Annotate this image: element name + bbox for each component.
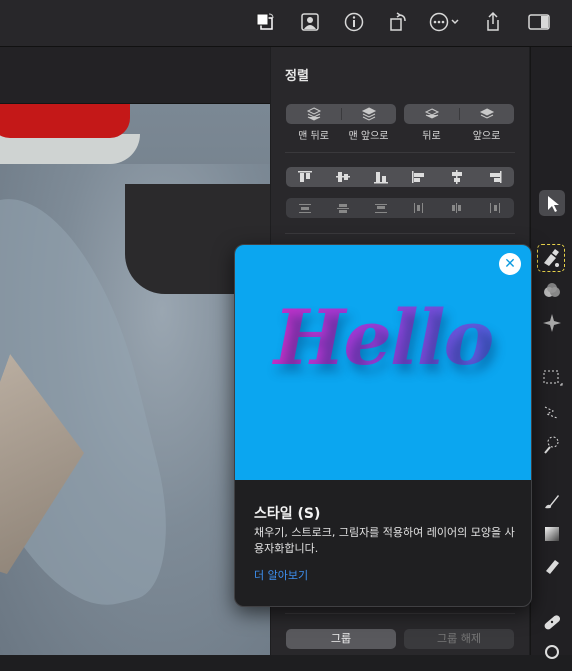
send-to-back-label: 맨 뒤로	[298, 131, 329, 142]
distribute-center-icon[interactable]	[438, 198, 476, 218]
rotate-icon[interactable]	[387, 11, 409, 33]
document-bar	[0, 47, 270, 104]
sidebar-icon[interactable]	[527, 11, 551, 33]
arrange-segment-1	[286, 104, 396, 124]
popover-title: 스타일 (S)	[254, 506, 321, 522]
select-tool-icon[interactable]	[539, 190, 565, 216]
divider	[285, 233, 515, 234]
marquee-select-tool-icon[interactable]	[539, 365, 565, 391]
bring-forward-label: 앞으로	[472, 131, 501, 142]
distribute-top-icon[interactable]	[286, 198, 324, 218]
align-bottom-icon[interactable]	[362, 167, 400, 187]
eraser-tool-icon[interactable]	[539, 553, 565, 579]
hello-text-sample: Hello	[235, 293, 531, 382]
send-backward-button[interactable]	[404, 104, 459, 124]
distribute-bottom-icon[interactable]	[362, 198, 400, 218]
top-toolbar	[0, 0, 572, 47]
style-tip-popover: Hello ✕ 스타일 (S) 채우기, 스트로크, 그림자를 적용하여 레이어…	[234, 244, 532, 607]
popover-illustration: Hello	[235, 245, 531, 480]
send-backward-label: 뒤로	[422, 131, 441, 142]
share-icon[interactable]	[482, 11, 504, 33]
tool-strip	[530, 47, 572, 659]
panel-title: 정렬	[285, 69, 309, 84]
align-segment	[286, 167, 514, 187]
info-icon[interactable]	[343, 11, 365, 33]
distribute-middle-icon[interactable]	[324, 198, 362, 218]
magic-wand-tool-icon[interactable]	[539, 432, 565, 458]
align-left-icon[interactable]	[400, 167, 438, 187]
gradient-tool-icon[interactable]	[539, 521, 565, 547]
effects-tool-icon[interactable]	[539, 279, 565, 305]
sparkle-tool-icon[interactable]	[539, 310, 565, 336]
group-button[interactable]: 그룹	[286, 629, 396, 649]
healing-tool-icon[interactable]	[539, 609, 565, 635]
divider	[285, 613, 515, 614]
style-tool-icon[interactable]	[537, 244, 565, 272]
divider	[285, 152, 515, 153]
photo-white-object	[0, 134, 140, 164]
person-icon[interactable]	[299, 11, 321, 33]
align-horizontal-center-icon[interactable]	[438, 167, 476, 187]
lasso-tool-icon[interactable]	[539, 399, 565, 425]
arrange-segment-2	[404, 104, 514, 124]
distribute-right-icon[interactable]	[476, 198, 514, 218]
distribute-left-icon[interactable]	[400, 198, 438, 218]
bring-to-front-label: 맨 앞으로	[348, 131, 389, 142]
canvas-photo[interactable]	[0, 104, 270, 655]
align-vertical-center-icon[interactable]	[324, 167, 362, 187]
photo-red-object	[0, 104, 130, 138]
clone-tool-icon[interactable]	[539, 637, 565, 663]
close-icon[interactable]: ✕	[499, 253, 521, 275]
align-right-icon[interactable]	[476, 167, 514, 187]
distribute-segment	[286, 198, 514, 218]
learn-more-link[interactable]: 더 알아보기	[254, 567, 308, 583]
ungroup-button[interactable]: 그룹 해제	[404, 629, 514, 649]
align-top-icon[interactable]	[286, 167, 324, 187]
more-icon[interactable]	[428, 11, 464, 33]
bring-to-front-button[interactable]	[341, 104, 396, 124]
brush-tool-icon[interactable]	[539, 488, 565, 514]
popover-description: 채우기, 스트로크, 그림자를 적용하여 레이어의 모양을 사용자화합니다.	[254, 526, 515, 555]
bring-forward-button[interactable]	[459, 104, 514, 124]
fill-stroke-swap-icon[interactable]	[254, 11, 276, 33]
send-to-back-button[interactable]	[286, 104, 341, 124]
